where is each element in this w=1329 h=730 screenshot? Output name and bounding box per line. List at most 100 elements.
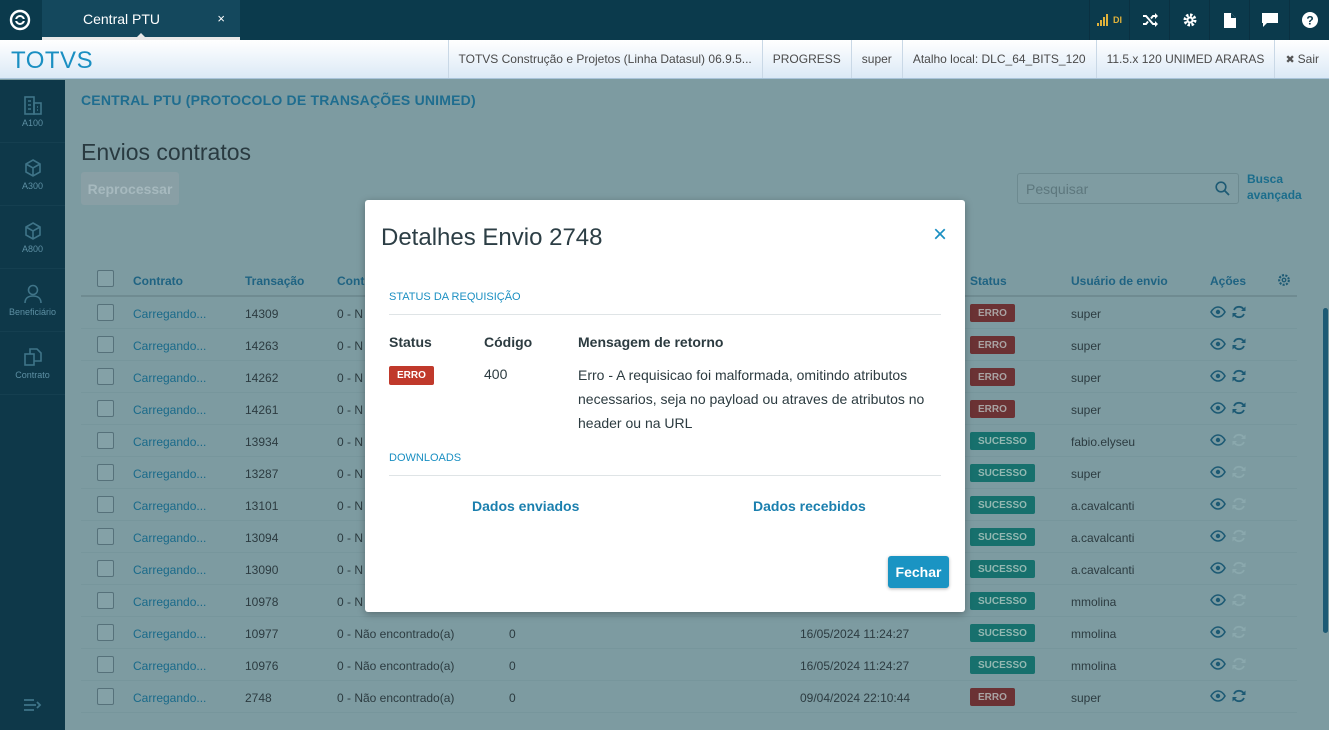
resend-icon[interactable]	[1231, 401, 1247, 415]
settings-button[interactable]	[1169, 0, 1209, 40]
contract-link[interactable]: Carregando...	[133, 595, 206, 609]
document-icon	[1223, 12, 1236, 28]
contract-link[interactable]: Carregando...	[133, 531, 206, 545]
sidebar-item-contrato[interactable]: Contrato	[0, 332, 65, 395]
row-checkbox[interactable]	[97, 592, 114, 609]
resend-icon[interactable]	[1231, 529, 1247, 543]
view-eye-icon[interactable]	[1210, 689, 1226, 703]
row-checkbox[interactable]	[97, 624, 114, 641]
table-row[interactable]: Carregando... 2748 0 - Não encontrado(a) 0 0…	[81, 681, 1297, 713]
contract-link[interactable]: Carregando...	[133, 499, 206, 513]
transaction-cell: 14261	[245, 403, 279, 417]
resend-icon[interactable]	[1231, 305, 1247, 319]
response-message: Erro - A requisicao foi malformada, omit…	[578, 367, 925, 431]
scrollbar[interactable]	[1323, 308, 1328, 633]
contract-link[interactable]: Carregando...	[133, 627, 206, 641]
reprocess-button[interactable]: Reprocessar	[81, 172, 179, 205]
row-checkbox[interactable]	[97, 528, 114, 545]
resend-icon[interactable]	[1231, 497, 1247, 511]
resend-icon[interactable]	[1231, 337, 1247, 351]
view-eye-icon[interactable]	[1210, 561, 1226, 575]
contract-link[interactable]: Carregando...	[133, 563, 206, 577]
table-settings-button[interactable]	[1277, 273, 1291, 290]
contract-link[interactable]: Carregando...	[133, 467, 206, 481]
row-checkbox[interactable]	[97, 336, 114, 353]
exit-button[interactable]: ✖ Sair	[1274, 40, 1329, 78]
resend-icon[interactable]	[1231, 465, 1247, 479]
row-checkbox[interactable]	[97, 368, 114, 385]
resend-icon[interactable]	[1231, 369, 1247, 383]
sidebar-item-beneficiario[interactable]: Beneficiário	[0, 269, 65, 332]
tab-close-button[interactable]: ×	[217, 11, 225, 26]
table-row[interactable]: Carregando... 10976 0 - Não encontrado(a) 0…	[81, 649, 1297, 681]
help-button[interactable]: ?	[1289, 0, 1329, 40]
view-eye-icon[interactable]	[1210, 529, 1226, 543]
contract-link[interactable]: Carregando...	[133, 435, 206, 449]
row-checkbox[interactable]	[97, 688, 114, 705]
shuffle-button[interactable]	[1129, 0, 1169, 40]
view-eye-icon[interactable]	[1210, 305, 1226, 319]
column-header-cont[interactable]: Cont	[337, 274, 364, 288]
row-checkbox[interactable]	[97, 464, 114, 481]
column-header-user[interactable]: Usuário de envio	[1071, 274, 1168, 288]
transaction-cell: 10978	[245, 595, 279, 609]
view-eye-icon[interactable]	[1210, 497, 1226, 511]
row-checkbox[interactable]	[97, 432, 114, 449]
contract-link[interactable]: Carregando...	[133, 339, 206, 353]
advanced-search-link[interactable]: Busca avançada	[1247, 171, 1307, 203]
row-checkbox[interactable]	[97, 400, 114, 417]
row-checkbox[interactable]	[97, 560, 114, 577]
resend-icon[interactable]	[1231, 657, 1247, 671]
user-cell: super	[1071, 371, 1102, 385]
view-eye-icon[interactable]	[1210, 657, 1226, 671]
contract-link[interactable]: Carregando...	[133, 403, 206, 417]
chat-button[interactable]	[1249, 0, 1289, 40]
search-input[interactable]: Pesquisar	[1017, 173, 1239, 204]
brand-logo: TOTVS	[11, 47, 94, 74]
view-eye-icon[interactable]	[1210, 433, 1226, 447]
app-logo-button[interactable]	[0, 0, 40, 40]
row-checkbox[interactable]	[97, 304, 114, 321]
sidebar-item-a300[interactable]: A300	[0, 143, 65, 206]
close-modal-button[interactable]: Fechar	[888, 556, 949, 588]
view-eye-icon[interactable]	[1210, 401, 1226, 415]
resend-icon[interactable]	[1231, 593, 1247, 607]
sent-data-link[interactable]: Dados enviados	[472, 498, 579, 514]
search-icon	[1215, 181, 1230, 196]
resend-icon[interactable]	[1231, 625, 1247, 639]
view-eye-icon[interactable]	[1210, 369, 1226, 383]
signal-button[interactable]: DI	[1089, 0, 1129, 40]
column-header-transaction[interactable]: Transação	[245, 274, 304, 288]
resend-icon[interactable]	[1231, 561, 1247, 575]
contract-link[interactable]: Carregando...	[133, 691, 206, 705]
tab-central-ptu[interactable]: Central PTU ×	[42, 0, 240, 40]
user-cell: a.cavalcanti	[1071, 531, 1135, 545]
view-eye-icon[interactable]	[1210, 593, 1226, 607]
sidebar-item-a100[interactable]: A100	[0, 80, 65, 143]
view-eye-icon[interactable]	[1210, 337, 1226, 351]
modal-close-button[interactable]: ×	[933, 223, 947, 247]
contract-link[interactable]: Carregando...	[133, 371, 206, 385]
sidebar-item-label: Contrato	[15, 369, 50, 380]
received-data-link[interactable]: Dados recebidos	[753, 498, 866, 514]
contract-link[interactable]: Carregando...	[133, 659, 206, 673]
resend-icon[interactable]	[1231, 689, 1247, 703]
table-row[interactable]: Carregando... 10977 0 - Não encontrado(a) 0…	[81, 617, 1297, 649]
status-column-header: Status	[389, 334, 432, 350]
select-all-checkbox[interactable]	[97, 270, 114, 287]
column-header-contract[interactable]: Contrato	[133, 274, 183, 288]
sidebar-item-a800[interactable]: A800	[0, 206, 65, 269]
status-section-title: STATUS DA REQUISIÇÃO	[389, 291, 521, 303]
resend-icon[interactable]	[1231, 433, 1247, 447]
close-icon: ✖	[1285, 53, 1295, 66]
building-icon	[23, 95, 42, 115]
view-eye-icon[interactable]	[1210, 625, 1226, 639]
document-button[interactable]	[1209, 0, 1249, 40]
contract-link[interactable]: Carregando...	[133, 307, 206, 321]
column-header-status[interactable]: Status	[970, 274, 1007, 288]
sidebar-collapse-button[interactable]	[0, 698, 65, 712]
row-checkbox[interactable]	[97, 496, 114, 513]
user-cell: a.cavalcanti	[1071, 563, 1135, 577]
row-checkbox[interactable]	[97, 656, 114, 673]
view-eye-icon[interactable]	[1210, 465, 1226, 479]
